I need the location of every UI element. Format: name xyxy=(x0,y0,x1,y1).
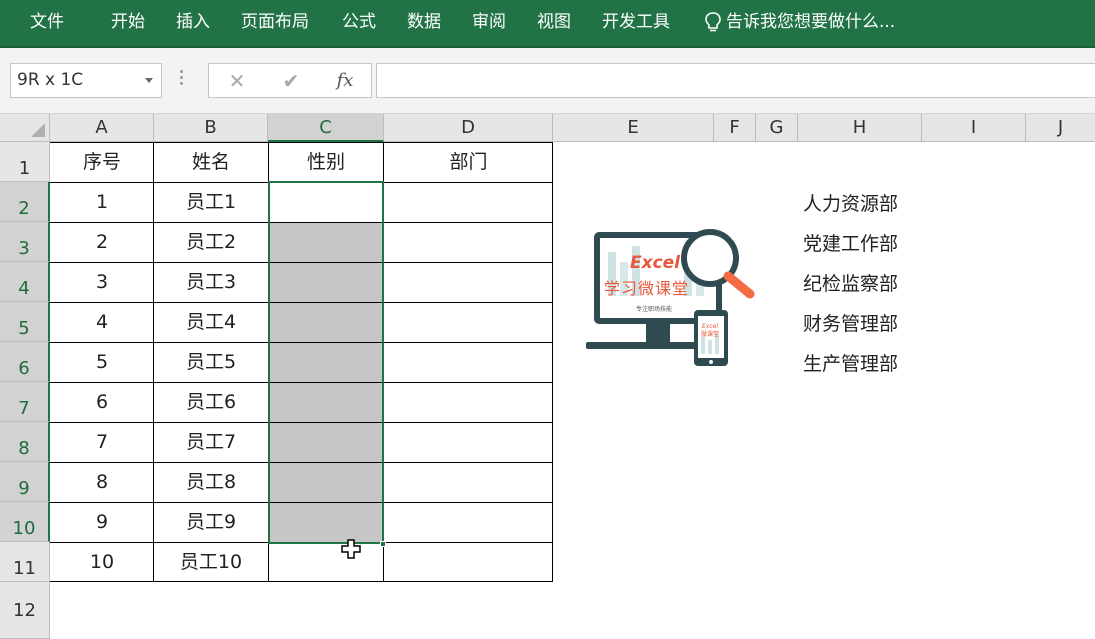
row-header-3[interactable]: 3 xyxy=(0,222,50,262)
tab-file[interactable]: 文件 xyxy=(30,11,64,33)
formula-input[interactable] xyxy=(376,63,1095,98)
cell-name[interactable]: 员工6 xyxy=(154,382,268,422)
tab-review[interactable]: 审阅 xyxy=(472,11,506,33)
cell-index[interactable]: 10 xyxy=(50,542,154,582)
formula-bar: 9R x 1C ✕ ✔ fx xyxy=(0,48,1095,114)
department-item[interactable]: 纪检监察部 xyxy=(803,271,898,297)
row-header-11[interactable]: 11 xyxy=(0,542,50,582)
cell-index[interactable]: 2 xyxy=(50,222,154,262)
column-header-a[interactable]: A xyxy=(50,114,154,142)
cancel-icon[interactable]: ✕ xyxy=(217,64,257,97)
tell-me-text: 告诉我您想要做什么... xyxy=(726,12,896,32)
cell-index[interactable]: 3 xyxy=(50,262,154,302)
cell-name[interactable]: 员工7 xyxy=(154,422,268,462)
phone-title: Excel xyxy=(702,323,718,330)
header-cell-index[interactable]: 序号 xyxy=(50,142,154,182)
cell-name[interactable]: 员工3 xyxy=(154,262,268,302)
plus-cursor-icon xyxy=(341,539,361,559)
cell-name[interactable]: 员工4 xyxy=(154,302,268,342)
enter-check-icon[interactable]: ✔ xyxy=(271,64,311,97)
logo-tag: 专注职场技能 xyxy=(636,305,672,313)
tell-me-search[interactable]: 告诉我您想要做什么... xyxy=(704,11,895,33)
cell-name[interactable]: 员工2 xyxy=(154,222,268,262)
cell-index[interactable]: 9 xyxy=(50,502,154,542)
select-all-corner[interactable] xyxy=(0,114,50,142)
selection-border xyxy=(268,181,384,544)
tab-data[interactable]: 数据 xyxy=(407,11,441,33)
row-header-9[interactable]: 9 xyxy=(0,462,50,502)
cell-index[interactable]: 7 xyxy=(50,422,154,462)
tab-insert[interactable]: 插入 xyxy=(176,11,210,33)
department-item[interactable]: 生产管理部 xyxy=(803,351,898,377)
row-header-12[interactable]: 12 xyxy=(0,582,50,639)
drag-handle-icon[interactable] xyxy=(180,70,184,90)
name-box-value: 9R x 1C xyxy=(17,70,84,90)
logo-title: Excel xyxy=(630,253,681,273)
row-header-6[interactable]: 6 xyxy=(0,342,50,382)
cell-index[interactable]: 1 xyxy=(50,182,154,222)
ribbon-tab-bar: 文件 开始 插入 页面布局 公式 数据 审阅 视图 开发工具 告诉我您想要做什么… xyxy=(0,0,1095,46)
row-header-1[interactable]: 1 xyxy=(0,142,50,182)
row-header-10[interactable]: 10 xyxy=(0,502,50,542)
formula-buttons: ✕ ✔ fx xyxy=(208,63,372,98)
column-header-j[interactable]: J xyxy=(1026,114,1095,142)
column-header-d[interactable]: D xyxy=(384,114,553,142)
row-header-7[interactable]: 7 xyxy=(0,382,50,422)
cell-index[interactable]: 4 xyxy=(50,302,154,342)
insert-function-icon[interactable]: fx xyxy=(325,64,365,97)
cell-name[interactable]: 员工1 xyxy=(154,182,268,222)
name-box[interactable]: 9R x 1C xyxy=(10,63,162,98)
lightbulb-icon xyxy=(705,12,721,32)
column-header-f[interactable]: F xyxy=(714,114,756,142)
row-header-2[interactable]: 2 xyxy=(0,182,50,222)
header-cell-gender[interactable]: 性别 xyxy=(268,142,384,182)
tab-developer[interactable]: 开发工具 xyxy=(602,11,670,33)
worksheet-grid[interactable]: A B C D E F G H I J 1 2 3 4 5 6 7 8 9 10… xyxy=(0,114,1095,639)
fill-handle[interactable] xyxy=(380,541,386,547)
row-header-4[interactable]: 4 xyxy=(0,262,50,302)
table-border xyxy=(552,142,553,582)
department-item[interactable]: 人力资源部 xyxy=(803,191,898,217)
row-header-8[interactable]: 8 xyxy=(0,422,50,462)
column-header-h[interactable]: H xyxy=(798,114,922,142)
column-header-g[interactable]: G xyxy=(756,114,798,142)
column-header-i[interactable]: I xyxy=(922,114,1026,142)
tab-view[interactable]: 视图 xyxy=(537,11,571,33)
cell-index[interactable]: 5 xyxy=(50,342,154,382)
tab-home[interactable]: 开始 xyxy=(111,11,145,33)
tab-page-layout[interactable]: 页面布局 xyxy=(241,11,309,33)
column-header-e[interactable]: E xyxy=(553,114,714,142)
column-header-c[interactable]: C xyxy=(268,114,384,142)
department-item[interactable]: 财务管理部 xyxy=(803,311,898,337)
cell-index[interactable]: 8 xyxy=(50,462,154,502)
header-cell-name[interactable]: 姓名 xyxy=(154,142,268,182)
cell-index[interactable]: 6 xyxy=(50,382,154,422)
row-header-5[interactable]: 5 xyxy=(0,302,50,342)
cell-name[interactable]: 员工10 xyxy=(154,542,268,582)
excel-course-logo: Excel 学习微课堂 专注职场技能 Excel 微课堂 xyxy=(586,229,755,366)
tab-formulas[interactable]: 公式 xyxy=(342,11,376,33)
chevron-down-icon[interactable] xyxy=(145,78,153,83)
header-cell-department[interactable]: 部门 xyxy=(384,142,553,182)
phone-subtitle: 微课堂 xyxy=(701,330,719,338)
department-item[interactable]: 党建工作部 xyxy=(803,231,898,257)
cell-name[interactable]: 员工9 xyxy=(154,502,268,542)
cell-name[interactable]: 员工8 xyxy=(154,462,268,502)
logo-subtitle: 学习微课堂 xyxy=(604,279,689,298)
cell-name[interactable]: 员工5 xyxy=(154,342,268,382)
column-header-b[interactable]: B xyxy=(154,114,268,142)
